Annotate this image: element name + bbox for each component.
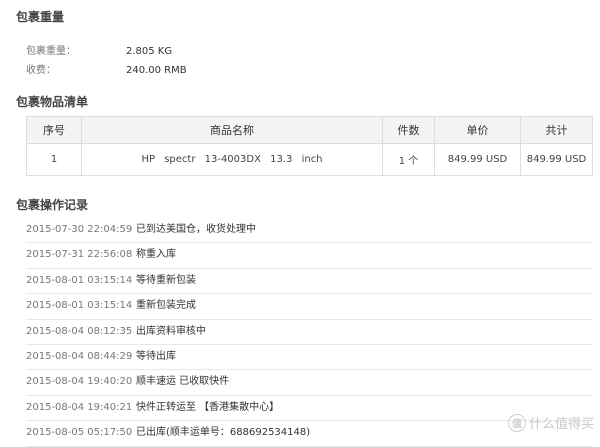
- log-time: 2015-07-30 22:04:59: [26, 224, 133, 235]
- weight-value: 2.805 KG: [126, 46, 173, 57]
- list-item: 2015-08-01 03:15:14 重新包装完成: [26, 294, 592, 320]
- watermark-badge-icon: 值: [507, 413, 526, 432]
- weight-row: 包裹重量： 2.805 KG: [26, 42, 172, 57]
- log-time: 2015-08-04 19:40:21: [26, 401, 133, 413]
- log-desc: 已到达美国仓，收货处理中: [136, 224, 256, 235]
- log-time: 2015-08-04 19:40:20: [26, 376, 133, 388]
- cell-total: 849.99 USD: [520, 143, 593, 176]
- items-table-header: 序号 商品名称 件数 单价 共计: [26, 116, 593, 144]
- log-desc: 快件正转运至 【香港集散中心】: [136, 401, 280, 413]
- col-header-qty: 件数: [382, 116, 435, 144]
- log-time: 2015-07-31 22:56:08: [26, 249, 133, 261]
- col-header-name: 商品名称: [81, 116, 383, 144]
- col-header-index: 序号: [26, 116, 82, 144]
- cell-product-name: HP spectr 13-4003DX 13.3 inch: [81, 143, 383, 176]
- watermark-text: 什么值得买: [528, 417, 594, 432]
- table-row: 1 HP spectr 13-4003DX 13.3 inch 1 个 849.…: [26, 143, 593, 176]
- items-section-title: 包裹物品清单: [16, 95, 89, 109]
- list-item: 2015-08-04 08:44:29 等待出库: [26, 345, 592, 371]
- log-desc: 已出库(顺丰运单号：688692534148): [136, 427, 311, 439]
- col-header-total: 共计: [520, 116, 593, 144]
- watermark: 值 什么值得买: [507, 413, 594, 432]
- list-item: 2015-08-01 03:15:14 等待重新包装: [26, 269, 592, 295]
- cell-index: 1: [26, 143, 82, 176]
- weight-label: 包裹重量：: [26, 46, 76, 57]
- log-desc: 出库资料审核中: [136, 325, 206, 337]
- cell-qty: 1 个: [382, 143, 435, 176]
- list-item: 2015-08-04 19:40:20 顺丰速运 已收取快件: [26, 370, 592, 396]
- log-time: 2015-08-01 03:15:14: [26, 300, 133, 312]
- weight-section-title: 包裹重量: [16, 10, 65, 24]
- log-time: 2015-08-04 08:12:35: [26, 325, 133, 337]
- log-desc: 等待出库: [136, 350, 176, 362]
- fee-value: 240.00 RMB: [126, 65, 187, 76]
- log-section-title: 包裹操作记录: [16, 198, 89, 212]
- log-time: 2015-08-01 03:15:14: [26, 274, 133, 286]
- log-desc: 顺丰速运 已收取快件: [136, 376, 230, 388]
- fee-row: 收费： 240.00 RMB: [26, 61, 187, 76]
- list-item: 2015-07-31 22:56:08 称重入库: [26, 243, 592, 269]
- list-item: 2015-07-30 22:04:59 已到达美国仓，收货处理中: [26, 218, 592, 244]
- cell-unit-price: 849.99 USD: [434, 143, 521, 176]
- items-table: 序号 商品名称 件数 单价 共计 1 HP spectr 13-4003DX 1…: [26, 116, 593, 176]
- log-time: 2015-08-04 08:44:29: [26, 350, 133, 362]
- log-desc: 重新包装完成: [136, 300, 196, 312]
- log-desc: 等待重新包装: [136, 274, 196, 286]
- log-time: 2015-08-05 05:17:50: [26, 427, 133, 439]
- fee-label: 收费：: [26, 65, 56, 76]
- list-item: 2015-08-04 08:12:35 出库资料审核中: [26, 320, 592, 345]
- log-desc: 称重入库: [136, 249, 176, 261]
- col-header-unit-price: 单价: [434, 116, 521, 144]
